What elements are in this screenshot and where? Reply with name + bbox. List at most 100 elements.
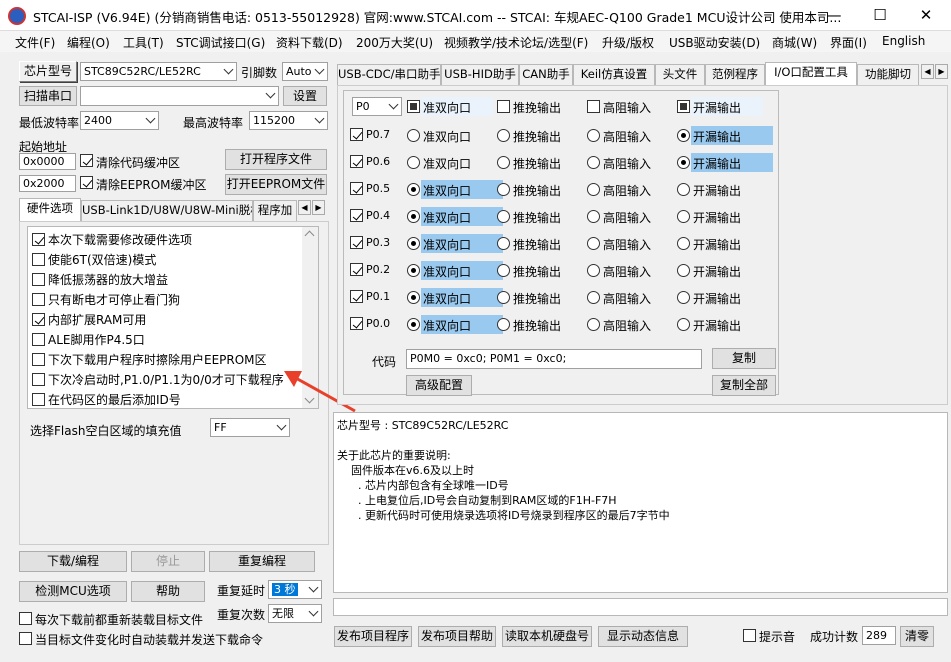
- menu-upgrade[interactable]: 升级/版权: [602, 34, 654, 51]
- chip-model-select[interactable]: STC89C52RC/LE52RC: [80, 62, 237, 81]
- eeprom-address-input[interactable]: 0x2000: [19, 175, 76, 192]
- pin-mode-radio[interactable]: [677, 318, 690, 331]
- auto-send-checkbox[interactable]: [19, 632, 32, 645]
- hw-option-checkbox[interactable]: [32, 233, 45, 246]
- pin-mode-radio[interactable]: [407, 183, 420, 196]
- menu-download[interactable]: 资料下载(D): [276, 34, 343, 51]
- mode-all-checkbox[interactable]: [587, 100, 600, 113]
- hw-option-checkbox[interactable]: [32, 373, 45, 386]
- pin-enable-checkbox[interactable]: [350, 182, 363, 195]
- pin-enable-checkbox[interactable]: [350, 290, 363, 303]
- show-dynamic-info-button[interactable]: 显示动态信息: [598, 626, 688, 647]
- chip-model-button[interactable]: 芯片型号: [19, 61, 77, 82]
- maximize-button[interactable]: ☐: [857, 0, 903, 31]
- hw-option-checkbox[interactable]: [32, 393, 45, 406]
- tab-usb-cdc-serial[interactable]: USB-CDC/串口助手: [337, 64, 441, 85]
- hw-option-checkbox[interactable]: [32, 273, 45, 286]
- pin-mode-radio[interactable]: [677, 156, 690, 169]
- pin-enable-checkbox[interactable]: [350, 317, 363, 330]
- tab-usb-link-offline[interactable]: USB-Link1D/U8W/U8W-Mini脱机: [81, 200, 253, 221]
- pin-mode-radio[interactable]: [407, 210, 420, 223]
- tab-scroll-right-icon[interactable]: ▶: [312, 200, 325, 215]
- pin-mode-radio[interactable]: [407, 264, 420, 277]
- menu-usb-driver[interactable]: USB驱动安装(D): [669, 34, 760, 51]
- pin-mode-radio[interactable]: [497, 291, 510, 304]
- close-button[interactable]: ✕: [903, 0, 949, 31]
- hw-option-checkbox[interactable]: [32, 293, 45, 306]
- pin-mode-radio[interactable]: [587, 237, 600, 250]
- pins-select[interactable]: Auto: [282, 62, 328, 81]
- pin-mode-radio[interactable]: [677, 183, 690, 196]
- menu-debug[interactable]: STC调试接口(G): [176, 34, 265, 51]
- pin-mode-radio[interactable]: [587, 318, 600, 331]
- pin-mode-radio[interactable]: [677, 210, 690, 223]
- open-eeprom-file-button[interactable]: 打开EEPROM文件: [225, 174, 327, 195]
- io-port-select[interactable]: P0: [352, 97, 402, 116]
- mode-all-checkbox[interactable]: [677, 100, 690, 113]
- code-output-field[interactable]: P0M0 = 0xc0; P0M1 = 0xc0;: [406, 349, 702, 369]
- menu-video[interactable]: 视频教学/技术论坛/选型(F): [444, 34, 588, 51]
- pin-mode-radio[interactable]: [407, 156, 420, 169]
- pin-enable-checkbox[interactable]: [350, 128, 363, 141]
- port-select[interactable]: [80, 86, 279, 106]
- hw-option-checkbox[interactable]: [32, 333, 45, 346]
- repeat-delay-select[interactable]: 3 秒: [268, 580, 322, 599]
- publish-help-button[interactable]: 发布项目帮助: [418, 626, 496, 647]
- tab-program-encrypt[interactable]: 程序加: [253, 200, 297, 221]
- mode-all-checkbox[interactable]: [497, 100, 510, 113]
- pin-mode-radio[interactable]: [677, 237, 690, 250]
- hw-option-checkbox[interactable]: [32, 313, 45, 326]
- pin-enable-checkbox[interactable]: [350, 236, 363, 249]
- detect-mcu-button[interactable]: 检测MCU选项: [19, 581, 127, 602]
- help-button[interactable]: 帮助: [131, 581, 205, 602]
- tab-scroll-left-icon[interactable]: ◀: [921, 64, 934, 79]
- pin-enable-checkbox[interactable]: [350, 209, 363, 222]
- pin-mode-radio[interactable]: [677, 291, 690, 304]
- pin-mode-radio[interactable]: [407, 237, 420, 250]
- pin-mode-radio[interactable]: [497, 237, 510, 250]
- pin-mode-radio[interactable]: [407, 318, 420, 331]
- repeat-program-button[interactable]: 重复编程: [209, 551, 315, 572]
- info-log-area[interactable]: 芯片型号 : STC89C52RC/LE52RC 关于此芯片的重要说明: 固件版本…: [333, 412, 948, 593]
- pin-mode-radio[interactable]: [497, 318, 510, 331]
- tab-io-config[interactable]: I/O口配置工具: [765, 62, 857, 85]
- menu-prize[interactable]: 200万大奖(U): [356, 34, 433, 51]
- pin-mode-radio[interactable]: [497, 129, 510, 142]
- pin-mode-radio[interactable]: [587, 264, 600, 277]
- mode-all-checkbox[interactable]: [407, 100, 420, 113]
- copy-button[interactable]: 复制: [712, 348, 776, 369]
- tab-function-pins[interactable]: 功能脚切: [857, 64, 919, 85]
- pin-mode-radio[interactable]: [677, 129, 690, 142]
- fill-value-select[interactable]: FF: [210, 418, 290, 437]
- repeat-count-select[interactable]: 无限: [268, 604, 322, 623]
- pin-mode-radio[interactable]: [587, 210, 600, 223]
- tab-usb-hid[interactable]: USB-HID助手: [441, 64, 519, 85]
- tab-can[interactable]: CAN助手: [519, 64, 573, 85]
- menu-english[interactable]: English: [882, 34, 925, 48]
- menu-program[interactable]: 编程(O): [67, 34, 110, 51]
- max-baud-select[interactable]: 115200: [249, 111, 328, 130]
- tab-scroll-left-icon[interactable]: ◀: [298, 200, 311, 215]
- pin-mode-radio[interactable]: [587, 183, 600, 196]
- pin-mode-radio[interactable]: [497, 183, 510, 196]
- pin-enable-checkbox[interactable]: [350, 155, 363, 168]
- pin-mode-radio[interactable]: [497, 156, 510, 169]
- settings-button[interactable]: 设置: [283, 86, 327, 106]
- tab-hardware-options[interactable]: 硬件选项: [19, 198, 81, 221]
- tab-examples[interactable]: 范例程序: [705, 64, 765, 85]
- read-disk-id-button[interactable]: 读取本机硬盘号: [502, 626, 592, 647]
- tab-scroll-right-icon[interactable]: ▶: [935, 64, 948, 79]
- scan-port-button[interactable]: 扫描串口: [19, 86, 77, 106]
- pin-mode-radio[interactable]: [587, 156, 600, 169]
- beep-checkbox[interactable]: [743, 629, 756, 642]
- menu-shop[interactable]: 商城(W): [772, 34, 817, 51]
- hw-option-checkbox[interactable]: [32, 253, 45, 266]
- publish-program-button[interactable]: 发布项目程序: [334, 626, 412, 647]
- pin-enable-checkbox[interactable]: [350, 263, 363, 276]
- advanced-config-button[interactable]: 高级配置: [406, 375, 472, 396]
- pin-mode-radio[interactable]: [677, 264, 690, 277]
- minimize-button[interactable]: —: [811, 0, 857, 31]
- pin-mode-radio[interactable]: [587, 129, 600, 142]
- menu-file[interactable]: 文件(F): [15, 34, 55, 51]
- clear-code-checkbox[interactable]: [80, 154, 93, 167]
